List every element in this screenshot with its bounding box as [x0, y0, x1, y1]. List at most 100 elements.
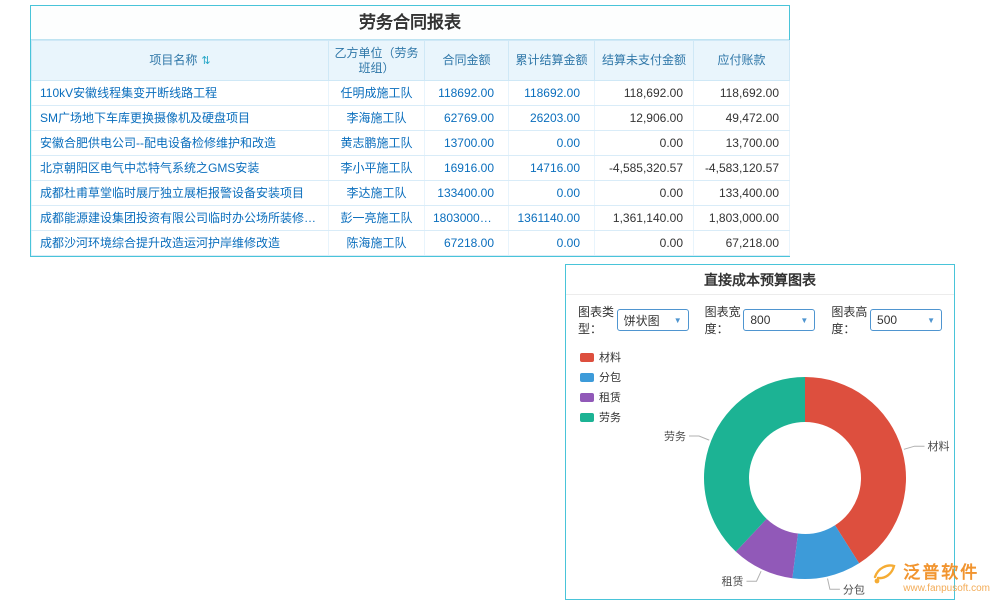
chart-width-label: 图表宽度：	[705, 303, 744, 337]
label-line	[747, 571, 762, 581]
cell-contract: 1803000.00	[425, 206, 509, 231]
chart-type-label: 图表类型：	[578, 303, 617, 337]
legend-label: 分包	[599, 369, 621, 385]
chevron-down-icon: ▼	[800, 316, 808, 325]
table-row: 成都能源建设集团投资有限公司临时办公场所装修改造工程EPC彭一亮施工队18030…	[32, 206, 790, 231]
watermark-url: www.fanpusoft.com	[903, 583, 990, 594]
chart-width-select[interactable]: 800 ▼	[743, 309, 815, 331]
cell-unit: 陈海施工队	[329, 231, 425, 256]
slice-label: 劳务	[664, 430, 686, 443]
fanpu-logo-icon	[871, 561, 897, 592]
cell-unpaid: -4,585,320.57	[595, 156, 694, 181]
legend-label: 劳务	[599, 409, 621, 425]
cell-settled: 0.00	[509, 131, 595, 156]
column-header[interactable]: 应付账款	[694, 41, 790, 81]
cell-payable: -4,583,120.57	[694, 156, 790, 181]
chevron-down-icon: ▼	[674, 316, 682, 325]
chart-type-control: 图表类型： 饼状图 ▼	[578, 303, 689, 337]
legend-item[interactable]: 租赁	[580, 389, 621, 405]
cell-payable: 67,218.00	[694, 231, 790, 256]
cell-unpaid: 12,906.00	[595, 106, 694, 131]
slice-label: 租赁	[722, 574, 744, 588]
cell-contract: 118692.00	[425, 81, 509, 106]
report-table-header: 项目名称⇅乙方单位（劳务班组）合同金额累计结算金额结算未支付金额应付账款	[32, 41, 790, 81]
cell-unpaid: 0.00	[595, 131, 694, 156]
legend-swatch	[580, 353, 594, 362]
legend-swatch	[580, 373, 594, 382]
cell-contract: 133400.00	[425, 181, 509, 206]
cell-settled: 0.00	[509, 181, 595, 206]
legend-item[interactable]: 材料	[580, 349, 621, 365]
cell-settled: 26203.00	[509, 106, 595, 131]
cell-project[interactable]: 成都沙河环境综合提升改造运河护岸维修改造	[32, 231, 329, 256]
cell-payable: 1,803,000.00	[694, 206, 790, 231]
cell-unpaid: 118,692.00	[595, 81, 694, 106]
chart-title: 直接成本预算图表	[566, 265, 954, 295]
chart-height-select[interactable]: 500 ▼	[870, 309, 942, 331]
chart-type-select[interactable]: 饼状图 ▼	[617, 309, 689, 331]
cost-budget-chart-panel: 直接成本预算图表 图表类型： 饼状图 ▼ 图表宽度： 800 ▼ 图表高度： 5…	[565, 264, 955, 600]
chart-height-control: 图表高度： 500 ▼	[831, 303, 942, 337]
report-title: 劳务合同报表	[31, 6, 789, 40]
cell-payable: 49,472.00	[694, 106, 790, 131]
watermark-brand: 泛普软件	[903, 558, 990, 583]
slice-label: 材料	[928, 439, 950, 453]
cell-payable: 133,400.00	[694, 181, 790, 206]
cell-unit: 李小平施工队	[329, 156, 425, 181]
cell-project[interactable]: 安徽合肥供电公司--配电设备检修维护和改造	[32, 131, 329, 156]
cell-settled: 14716.00	[509, 156, 595, 181]
table-row: SM广场地下车库更换摄像机及硬盘项目李海施工队62769.0026203.001…	[32, 106, 790, 131]
cell-settled: 1361140.00	[509, 206, 595, 231]
table-row: 成都沙河环境综合提升改造运河护岸维修改造陈海施工队67218.000.000.0…	[32, 231, 790, 256]
cell-project[interactable]: 110kV安徽线程集变开断线路工程	[32, 81, 329, 106]
cell-unit: 任明成施工队	[329, 81, 425, 106]
table-row: 北京朝阳区电气中芯特气系统之GMS安装李小平施工队16916.0014716.0…	[32, 156, 790, 181]
cell-project[interactable]: 成都能源建设集团投资有限公司临时办公场所装修改造工程EPC	[32, 206, 329, 231]
report-table: 项目名称⇅乙方单位（劳务班组）合同金额累计结算金额结算未支付金额应付账款 110…	[31, 40, 790, 256]
cell-contract: 16916.00	[425, 156, 509, 181]
column-header[interactable]: 乙方单位（劳务班组）	[329, 41, 425, 81]
slice-label: 分包	[843, 583, 865, 596]
cell-unit: 黄志鹏施工队	[329, 131, 425, 156]
legend-item[interactable]: 分包	[580, 369, 621, 385]
table-row: 110kV安徽线程集变开断线路工程任明成施工队118692.00118692.0…	[32, 81, 790, 106]
chart-height-value: 500	[877, 313, 897, 327]
chart-type-value: 饼状图	[624, 312, 660, 329]
chevron-down-icon: ▼	[927, 316, 935, 325]
cell-payable: 118,692.00	[694, 81, 790, 106]
cell-settled: 0.00	[509, 231, 595, 256]
legend-label: 租赁	[599, 389, 621, 405]
chart-controls: 图表类型： 饼状图 ▼ 图表宽度： 800 ▼ 图表高度： 500 ▼	[566, 295, 954, 345]
label-line	[689, 436, 709, 440]
label-line	[828, 579, 840, 590]
cell-unpaid: 0.00	[595, 181, 694, 206]
cell-unpaid: 1,361,140.00	[595, 206, 694, 231]
watermark: 泛普软件 www.fanpusoft.com	[871, 558, 990, 594]
cell-contract: 13700.00	[425, 131, 509, 156]
chart-legend: 材料分包租赁劳务	[580, 349, 621, 425]
cell-contract: 62769.00	[425, 106, 509, 131]
cell-unpaid: 0.00	[595, 231, 694, 256]
cell-project[interactable]: 成都杜甫草堂临时展厅独立展柜报警设备安装项目	[32, 181, 329, 206]
cell-unit: 李海施工队	[329, 106, 425, 131]
cell-unit: 李达施工队	[329, 181, 425, 206]
legend-swatch	[580, 413, 594, 422]
chart-height-label: 图表高度：	[831, 303, 870, 337]
labor-contract-report-panel: 劳务合同报表 项目名称⇅乙方单位（劳务班组）合同金额累计结算金额结算未支付金额应…	[30, 5, 790, 257]
pie-slice-劳务[interactable]	[704, 377, 805, 552]
cell-payable: 13,700.00	[694, 131, 790, 156]
sort-icon[interactable]: ⇅	[201, 55, 210, 67]
label-line	[904, 446, 925, 449]
column-header[interactable]: 合同金额	[425, 41, 509, 81]
legend-item[interactable]: 劳务	[580, 409, 621, 425]
column-header[interactable]: 结算未支付金额	[595, 41, 694, 81]
table-row: 成都杜甫草堂临时展厅独立展柜报警设备安装项目李达施工队133400.000.00…	[32, 181, 790, 206]
column-header[interactable]: 项目名称⇅	[32, 41, 329, 81]
table-row: 安徽合肥供电公司--配电设备检修维护和改造黄志鹏施工队13700.000.000…	[32, 131, 790, 156]
cell-project[interactable]: 北京朝阳区电气中芯特气系统之GMS安装	[32, 156, 329, 181]
column-header[interactable]: 累计结算金额	[509, 41, 595, 81]
cell-project[interactable]: SM广场地下车库更换摄像机及硬盘项目	[32, 106, 329, 131]
legend-label: 材料	[599, 349, 621, 365]
chart-width-control: 图表宽度： 800 ▼	[705, 303, 816, 337]
cell-contract: 67218.00	[425, 231, 509, 256]
